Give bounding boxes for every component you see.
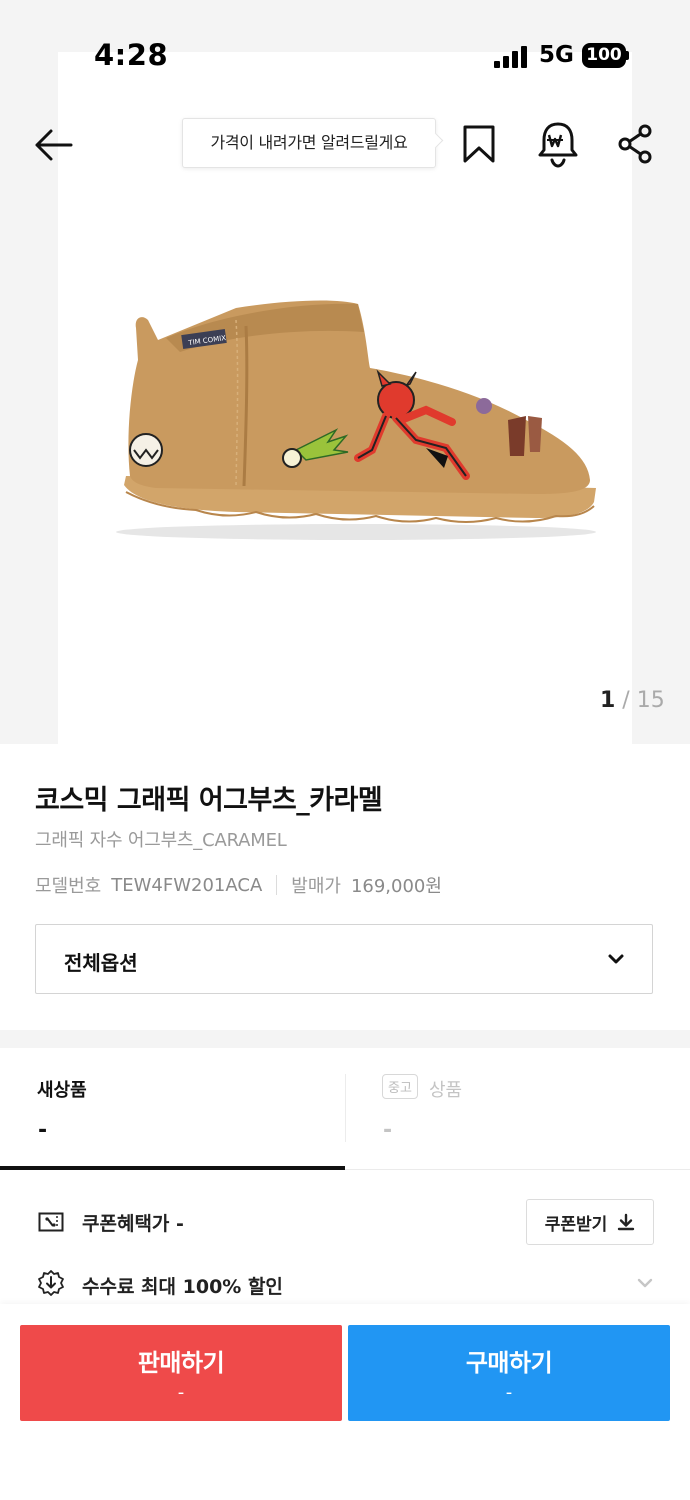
fee-discount-label: 수수료 최대 100% 할인 [82,1276,283,1298]
tab-new-label: 새상품 [37,1080,87,1101]
download-icon [618,1213,635,1231]
network-type: 5G [539,42,574,68]
tab-used-product[interactable]: 중고 상품 - [345,1048,690,1170]
used-badge: 중고 [382,1074,418,1099]
meta-divider [276,875,278,895]
chevron-down-icon [608,954,624,964]
coupon-price-label: 쿠폰혜택가 - [82,1213,184,1235]
share-button[interactable] [612,120,658,168]
model-number-label: 모델번호 [35,876,102,897]
gallery-page-separator: / [615,688,637,713]
back-button[interactable] [28,122,78,168]
bookmark-icon [463,125,495,163]
chevron-down-icon [637,1278,653,1288]
coupon-row: 쿠폰혜택가 - 쿠폰받기 [0,1195,690,1249]
tab-used-price: - [383,1118,393,1143]
coupon-icon [38,1212,64,1232]
sell-button-label: 판매하기 [137,1349,225,1377]
status-bar: 4:28 5G 100 [0,0,690,110]
get-coupon-label: 쿠폰받기 [544,1214,608,1235]
signal-icon [494,46,527,68]
price-alert-bell-icon [538,122,578,168]
get-coupon-button[interactable]: 쿠폰받기 [526,1199,654,1245]
product-meta: 모델번호 TEW4FW201ACA 발매가 169,000원 [35,872,442,898]
bookmark-button[interactable] [456,120,502,168]
tab-used-label: 상품 [429,1080,463,1101]
buy-button[interactable]: 구매하기 - [348,1325,670,1421]
sell-button-price: - [177,1382,185,1403]
status-time: 4:28 [94,38,169,72]
option-select[interactable]: 전체옵션 [35,924,653,994]
buy-button-price: - [505,1382,513,1403]
tab-new-product[interactable]: 새상품 - [0,1048,345,1170]
battery-tip [626,51,629,60]
gallery-page-indicator: 1 / 15 [600,688,665,713]
gallery-total-pages: 15 [636,688,665,713]
tab-new-price: - [38,1118,48,1143]
buy-button-label: 구매하기 [465,1349,553,1377]
section-divider [0,1030,690,1048]
back-arrow-icon [35,129,73,161]
share-icon [618,124,652,164]
product-title: 코스믹 그래픽 어그부츠_카라멜 [35,785,383,816]
release-price-value: 169,000원 [350,876,442,897]
price-alert-button[interactable] [532,118,584,170]
gallery-current-page: 1 [600,688,616,713]
product-photo: TIM COMIX [116,300,596,540]
release-price-label: 발매가 [291,876,341,897]
fee-discount-icon [38,1270,64,1296]
price-alert-tooltip: 가격이 내려가면 알려드릴게요 [182,118,436,168]
sell-button[interactable]: 판매하기 - [20,1325,342,1421]
model-number-value: TEW4FW201ACA [111,874,263,896]
active-tab-indicator [0,1166,345,1170]
option-select-label: 전체옵션 [64,951,138,975]
tab-separator [345,1074,346,1142]
product-subtitle: 그래픽 자수 어그부츠_CARAMEL [35,830,287,851]
battery-icon: 100 [582,43,626,68]
fee-discount-row[interactable]: 수수료 최대 100% 할인 [0,1262,690,1306]
